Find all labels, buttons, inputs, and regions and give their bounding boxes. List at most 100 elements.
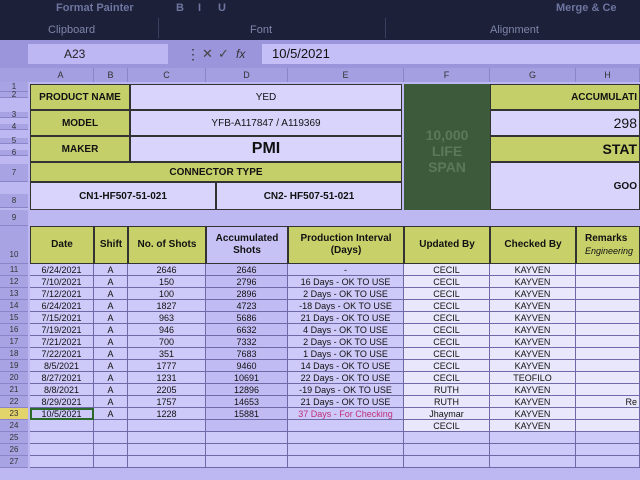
row-header[interactable]: 24 [0,420,28,432]
row-header[interactable]: 4 [0,123,28,131]
row-header[interactable]: 17 [0,336,28,348]
cell-shots[interactable]: 351 [128,348,206,360]
cell-remarks[interactable]: Re [576,396,640,408]
cell-checked[interactable]: KAYVEN [490,324,576,336]
cell-interval[interactable]: 16 Days - OK TO USE [288,276,404,288]
row-header[interactable]: 22 [0,396,28,408]
cell-remarks[interactable] [576,300,640,312]
cell-accum[interactable]: 2646 [206,264,288,276]
status-value[interactable]: GOO [490,162,640,210]
empty-cell[interactable] [206,444,288,456]
cell-date[interactable]: 7/19/2021 [30,324,94,336]
empty-cell[interactable] [206,456,288,468]
empty-cell[interactable] [404,456,490,468]
cell-shots[interactable]: 100 [128,288,206,300]
cell-shift[interactable]: A [94,384,128,396]
bold-button[interactable]: B [176,2,184,14]
cell-date[interactable]: 8/27/2021 [30,372,94,384]
cell-shots[interactable]: 150 [128,276,206,288]
empty-cell[interactable] [576,444,640,456]
fx-icon[interactable]: fx [236,44,245,64]
cell-updated[interactable]: CECIL [404,336,490,348]
cell-checked[interactable]: KAYVEN [490,360,576,372]
cell-accum[interactable]: 12896 [206,384,288,396]
merge-center-button[interactable]: Merge & Ce [556,2,617,14]
cell-shift[interactable]: A [94,288,128,300]
cell-date[interactable]: 8/8/2021 [30,384,94,396]
empty-cell[interactable] [128,456,206,468]
cell-remarks[interactable] [576,312,640,324]
cell-checked[interactable]: KAYVEN [490,408,576,420]
cell-shots[interactable]: 946 [128,324,206,336]
empty-cell[interactable] [94,456,128,468]
select-all-corner[interactable] [0,68,28,82]
row-header[interactable]: 25 [0,432,28,444]
cell-checked[interactable]: KAYVEN [490,312,576,324]
cell-remarks[interactable] [576,324,640,336]
italic-button[interactable]: I [198,2,201,14]
cell-accum[interactable] [206,420,288,432]
column-header-a[interactable]: A [28,68,94,82]
cell-shift[interactable]: A [94,408,128,420]
cell-shots[interactable]: 1231 [128,372,206,384]
cell-checked[interactable]: KAYVEN [490,288,576,300]
cn1-value[interactable]: CN1-HF507-51-021 [30,182,216,210]
empty-cell[interactable] [490,432,576,444]
cell-shots[interactable] [128,420,206,432]
cell-accum[interactable]: 6632 [206,324,288,336]
cell-shift[interactable]: A [94,264,128,276]
empty-cell[interactable] [94,432,128,444]
column-header-d[interactable]: D [206,68,288,82]
row-header[interactable]: 15 [0,312,28,324]
empty-cell[interactable] [30,456,94,468]
cell-interval[interactable]: -19 Days - OK TO USE [288,384,404,396]
row-header[interactable]: 10 [0,226,28,264]
name-box[interactable]: A23 [28,44,168,64]
row-header[interactable]: 5 [0,137,28,145]
empty-cell[interactable] [576,456,640,468]
cell-date[interactable]: 10/5/2021 [30,408,94,420]
cell-remarks[interactable] [576,360,640,372]
cell-updated[interactable]: RUTH [404,384,490,396]
row-header[interactable]: 7 [0,164,28,182]
model-value[interactable]: YFB-A117847 / A119369 [130,110,402,136]
row-header[interactable]: 18 [0,348,28,360]
cell-updated[interactable]: Jhaymar [404,408,490,420]
column-header-b[interactable]: B [94,68,128,82]
column-header-f[interactable]: F [404,68,490,82]
cell-interval[interactable]: 21 Days - OK TO USE [288,312,404,324]
empty-cell[interactable] [288,444,404,456]
cancel-icon[interactable]: ✕ [202,44,213,64]
cell-checked[interactable]: KAYVEN [490,276,576,288]
cell-interval[interactable]: -18 Days - OK TO USE [288,300,404,312]
cell-checked[interactable]: KAYVEN [490,420,576,432]
cn2-value[interactable]: CN2- HF507-51-021 [216,182,402,210]
cell-shift[interactable]: A [94,372,128,384]
cell-shots[interactable]: 963 [128,312,206,324]
cell-shots[interactable]: 700 [128,336,206,348]
cell-remarks[interactable] [576,372,640,384]
cell-date[interactable] [30,420,94,432]
cell-interval[interactable]: 14 Days - OK TO USE [288,360,404,372]
cell-shots[interactable]: 1827 [128,300,206,312]
cell-updated[interactable]: CECIL [404,420,490,432]
empty-cell[interactable] [490,444,576,456]
cell-shift[interactable]: A [94,396,128,408]
cell-shots[interactable]: 1777 [128,360,206,372]
empty-cell[interactable] [490,456,576,468]
column-header-e[interactable]: E [288,68,404,82]
cell-date[interactable]: 7/12/2021 [30,288,94,300]
row-header[interactable]: 2 [0,91,28,99]
cell-remarks[interactable] [576,264,640,276]
enter-icon[interactable]: ✓ [218,44,229,64]
empty-cell[interactable] [128,444,206,456]
cell-shift[interactable]: A [94,276,128,288]
cell-accum[interactable]: 10691 [206,372,288,384]
cell-shots[interactable]: 2205 [128,384,206,396]
empty-cell[interactable] [288,432,404,444]
cell-updated[interactable]: CECIL [404,288,490,300]
row-header[interactable]: 21 [0,384,28,396]
empty-cell[interactable] [94,444,128,456]
maker-value[interactable]: PMI [130,136,402,162]
cell-updated[interactable]: CECIL [404,372,490,384]
